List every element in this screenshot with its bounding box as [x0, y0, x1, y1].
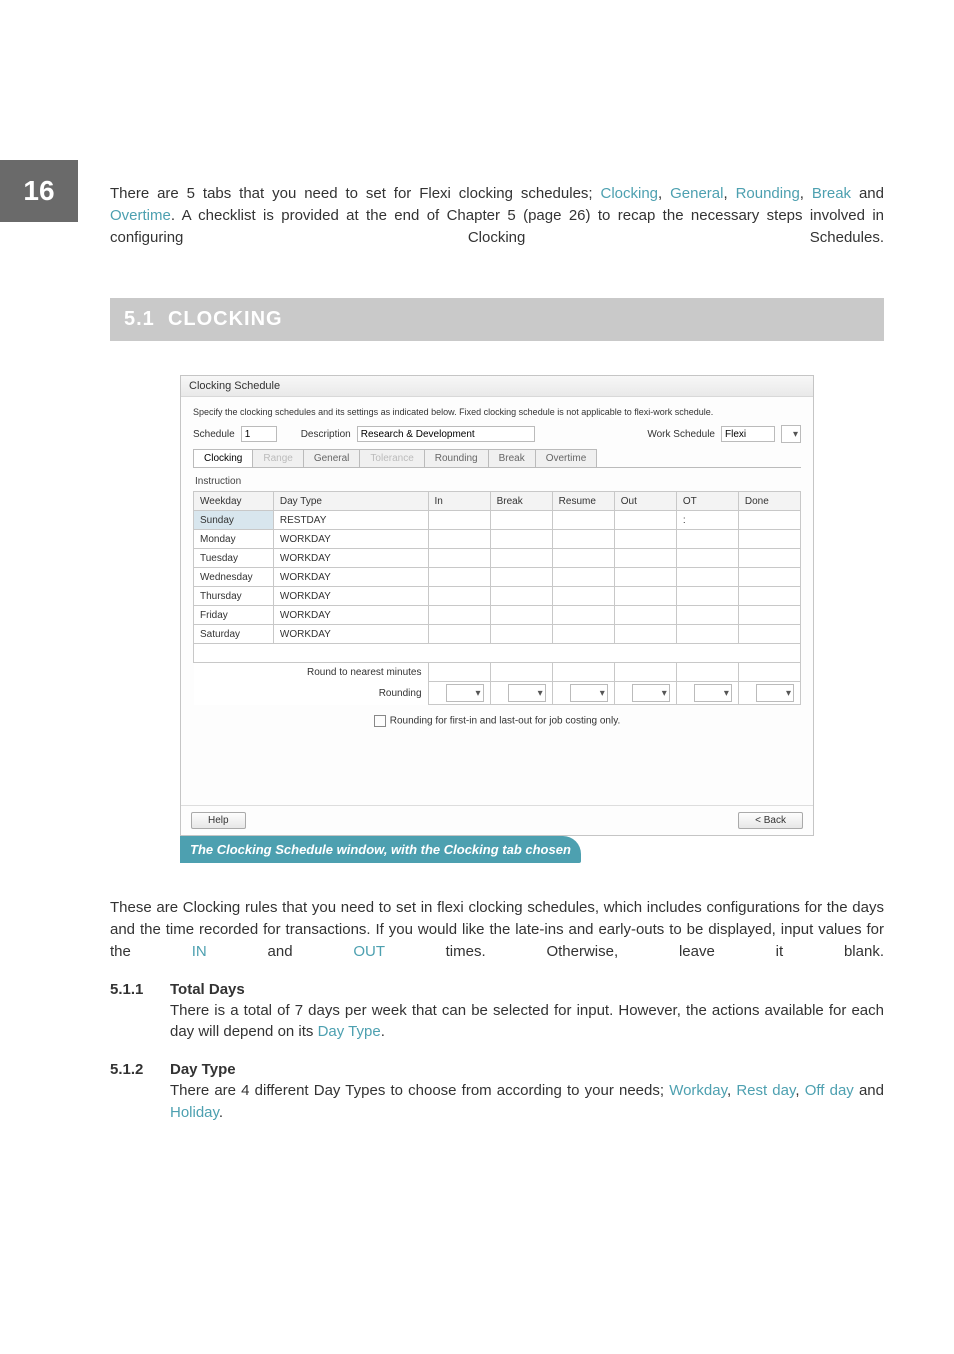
table-row[interactable]: Sunday RESTDAY :: [194, 511, 801, 530]
th-out: Out: [614, 492, 676, 511]
th-break: Break: [490, 492, 552, 511]
section-heading: 5.1 CLOCKING: [110, 298, 884, 341]
tab-range: Range: [252, 449, 303, 467]
th-weekday: Weekday: [194, 492, 274, 511]
page-number: 16: [0, 160, 78, 222]
tab-clocking[interactable]: Clocking: [193, 449, 253, 467]
label-work-schedule: Work Schedule: [647, 429, 715, 440]
kw-daytype: Day Type: [318, 1023, 381, 1040]
th-done: Done: [738, 492, 800, 511]
rounding-select[interactable]: ▾: [756, 684, 794, 702]
tab-break[interactable]: Break: [488, 449, 536, 467]
kw-overtime: Overtime: [110, 207, 171, 224]
rounding-select[interactable]: ▾: [446, 684, 484, 702]
section-number: 5.1: [124, 308, 155, 330]
kw-clocking: Clocking: [601, 185, 659, 202]
input-description[interactable]: [357, 426, 535, 442]
intro-paragraph: There are 5 tabs that you need to set fo…: [110, 183, 884, 248]
rounding-select[interactable]: ▾: [570, 684, 608, 702]
kw-workday: Workday: [669, 1082, 727, 1099]
subsection-text: There is a total of 7 days per week that…: [170, 1000, 884, 1044]
subsection-number: 5.1.2: [110, 1061, 156, 1124]
tabstrip: Clocking Range General Tolerance Roundin…: [193, 449, 801, 468]
kw-holiday: Holiday: [170, 1104, 219, 1121]
label-description: Description: [301, 429, 351, 440]
subsection-title: Day Type: [170, 1061, 884, 1078]
round-to-nearest-label: Round to nearest minutes: [273, 663, 428, 682]
table-row[interactable]: TuesdayWORKDAY: [194, 549, 801, 568]
section-title: CLOCKING: [168, 308, 283, 330]
rounding-checkbox[interactable]: [374, 715, 386, 727]
th-in: In: [428, 492, 490, 511]
body-paragraph: These are Clocking rules that you need t…: [110, 897, 884, 962]
table-row[interactable]: WednesdayWORKDAY: [194, 568, 801, 587]
instruction-label: Instruction: [195, 476, 801, 487]
kw-out: OUT: [353, 943, 384, 960]
subsection-text: There are 4 different Day Types to choos…: [170, 1080, 884, 1124]
intro-text: There are 5 tabs that you need to set fo…: [110, 185, 601, 202]
kw-rounding: Rounding: [736, 185, 800, 202]
kw-in: IN: [192, 943, 207, 960]
rounding-select[interactable]: ▾: [632, 684, 670, 702]
kw-break: Break: [812, 185, 851, 202]
tab-rounding[interactable]: Rounding: [424, 449, 489, 467]
kw-restday: Rest day: [736, 1082, 795, 1099]
rounding-row-label: Rounding: [273, 682, 428, 705]
screenshot-window: Clocking Schedule Specify the clocking s…: [180, 375, 814, 836]
th-daytype: Day Type: [273, 492, 428, 511]
screenshot-caption: The Clocking Schedule window, with the C…: [180, 836, 581, 863]
subsection-number: 5.1.1: [110, 981, 156, 1044]
label-schedule: Schedule: [193, 429, 235, 440]
window-note: Specify the clocking schedules and its s…: [193, 407, 801, 417]
input-schedule[interactable]: [241, 426, 277, 442]
help-button[interactable]: Help: [191, 812, 246, 829]
window-title: Clocking Schedule: [181, 376, 813, 397]
table-row[interactable]: SaturdayWORKDAY: [194, 625, 801, 644]
table-row[interactable]: FridayWORKDAY: [194, 606, 801, 625]
rounding-select[interactable]: ▾: [508, 684, 546, 702]
rounding-checkbox-label: Rounding for first-in and last-out for j…: [390, 716, 621, 727]
table-row[interactable]: ThursdayWORKDAY: [194, 587, 801, 606]
tab-overtime[interactable]: Overtime: [535, 449, 598, 467]
kw-general: General: [670, 185, 723, 202]
input-work-schedule[interactable]: [721, 426, 775, 442]
rounding-select[interactable]: ▾: [694, 684, 732, 702]
schedule-table: Weekday Day Type In Break Resume Out OT …: [193, 491, 801, 705]
table-row[interactable]: MondayWORKDAY: [194, 530, 801, 549]
back-button[interactable]: < Back: [738, 812, 803, 829]
th-resume: Resume: [552, 492, 614, 511]
kw-offday: Off day: [805, 1082, 854, 1099]
tab-tolerance: Tolerance: [359, 449, 424, 467]
work-schedule-dropdown[interactable]: ▾: [781, 425, 801, 443]
th-ot: OT: [676, 492, 738, 511]
tab-general[interactable]: General: [303, 449, 361, 467]
subsection-title: Total Days: [170, 981, 884, 998]
